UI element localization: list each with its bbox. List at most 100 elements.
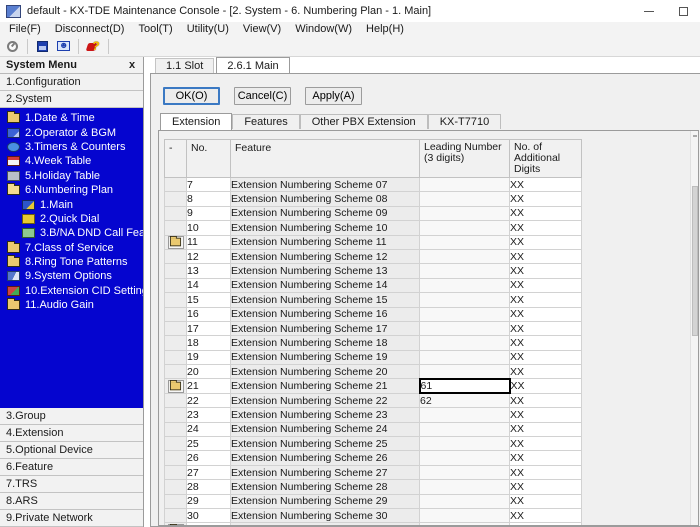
row-number-cell: 18 [187, 336, 231, 350]
sidebar-section-8-ars[interactable]: 8.ARS [0, 493, 143, 510]
toolbar-button-gauge[interactable] [3, 38, 22, 56]
additional-digits-cell: XX [510, 422, 582, 436]
leading-number-cell[interactable] [420, 451, 510, 465]
sidebar-section-2-system[interactable]: 2.System [0, 91, 143, 108]
sidebar-section-1-configuration[interactable]: 1.Configuration [0, 74, 143, 91]
help-icon [86, 39, 101, 54]
vertical-scrollbar[interactable] [690, 131, 698, 525]
leading-number-cell[interactable] [420, 508, 510, 522]
leading-number-cell[interactable]: 62 [420, 393, 510, 407]
toolbar-button-user[interactable] [54, 38, 73, 56]
maximize-button[interactable] [666, 0, 700, 22]
leading-number-cell[interactable] [420, 523, 510, 526]
sidebar-section-7-trs[interactable]: 7.TRS [0, 476, 143, 493]
leading-number-cell[interactable] [420, 494, 510, 508]
table-row: 22Extension Numbering Scheme 2262XX [165, 393, 582, 407]
feature-cell: Extension Numbering Scheme 17 [231, 321, 420, 335]
sidebar-section-4-extension[interactable]: 4.Extension [0, 425, 143, 442]
minimize-button[interactable] [632, 0, 666, 22]
row-marker-button[interactable] [168, 524, 184, 526]
close-icon[interactable]: x [125, 59, 139, 71]
row-marker-button[interactable] [168, 236, 184, 249]
feature-cell: Extension Numbering Scheme 21 [231, 379, 420, 393]
tree-item-label: 6.Numbering Plan [25, 184, 113, 196]
row-marker-button[interactable] [168, 380, 184, 393]
leading-number-cell[interactable] [420, 307, 510, 321]
leading-number-cell[interactable] [420, 206, 510, 220]
leading-number-cell[interactable] [420, 221, 510, 235]
tree-item-7-class-of-service[interactable]: 7.Class of Service [0, 241, 143, 255]
tab-other-pbx-extension[interactable]: Other PBX Extension [300, 114, 428, 129]
sidebar-section-3-group[interactable]: 3.Group [0, 408, 143, 425]
leading-number-cell[interactable] [420, 192, 510, 206]
leading-number-cell[interactable] [420, 336, 510, 350]
scrollbar-thumb[interactable] [692, 186, 698, 336]
row-number-cell: 16 [187, 307, 231, 321]
menu-window[interactable]: Window(W) [288, 22, 359, 37]
sidebar-section-9-private-network[interactable]: 9.Private Network [0, 510, 143, 527]
tree-item-1-main[interactable]: 1.Main [0, 197, 143, 211]
row-marker-cell [165, 451, 187, 465]
toolbar-button-help[interactable] [84, 38, 103, 56]
leading-number-cell[interactable] [420, 235, 510, 249]
sheet-icon [22, 228, 35, 238]
feature-cell: Extension Numbering Scheme 15 [231, 293, 420, 307]
tree-item-3-timers-counters[interactable]: 3.Timers & Counters [0, 140, 143, 154]
tab-extension[interactable]: Extension [160, 113, 232, 130]
leading-number-cell[interactable] [420, 321, 510, 335]
menu-tool[interactable]: Tool(T) [131, 22, 179, 37]
tree-item-1-date-time[interactable]: 1.Date & Time [0, 111, 143, 125]
tree-item-5-holiday-table[interactable]: 5.Holiday Table [0, 169, 143, 183]
additional-digits-cell: XX [510, 437, 582, 451]
toolbar-button-save[interactable] [33, 38, 52, 56]
mdi-tab-2-6-1-main[interactable]: 2.6.1 Main [216, 57, 289, 73]
leading-number-cell[interactable] [420, 408, 510, 422]
tree-item-10-extension-cid-settings[interactable]: 10.Extension CID Settings [0, 284, 143, 298]
row-number-cell: 28 [187, 480, 231, 494]
ok-button[interactable]: OK(O) [163, 87, 220, 105]
tab-features[interactable]: Features [232, 114, 299, 129]
leading-number-cell[interactable]: 61 [420, 379, 510, 393]
table-row: 25Extension Numbering Scheme 25XX [165, 437, 582, 451]
leading-number-cell[interactable] [420, 422, 510, 436]
folder-icon [7, 257, 20, 267]
row-marker-cell [165, 379, 187, 393]
tree-item-3-b-na-dnd-call-feature[interactable]: 3.B/NA DND Call Feature [0, 226, 143, 240]
window-title: default - KX-TDE Maintenance Console - [… [27, 5, 632, 17]
tree-item-2-quick-dial[interactable]: 2.Quick Dial [0, 212, 143, 226]
tree-item-11-audio-gain[interactable]: 11.Audio Gain [0, 298, 143, 312]
leading-number-cell[interactable] [420, 293, 510, 307]
tree-item-2-operator-bgm[interactable]: 2.Operator & BGM [0, 125, 143, 139]
tab-kx-t7710[interactable]: KX-T7710 [428, 114, 502, 129]
sidebar-section-5-optional-device[interactable]: 5.Optional Device [0, 442, 143, 459]
sidebar-section-6-feature[interactable]: 6.Feature [0, 459, 143, 476]
leading-number-cell[interactable] [420, 278, 510, 292]
additional-digits-cell: XX [510, 523, 582, 526]
scroll-up-icon[interactable] [693, 135, 697, 137]
row-number-cell: 10 [187, 221, 231, 235]
tree-item-8-ring-tone-patterns[interactable]: 8.Ring Tone Patterns [0, 255, 143, 269]
table-row: 28Extension Numbering Scheme 28XX [165, 480, 582, 494]
menu-view[interactable]: View(V) [236, 22, 288, 37]
leading-number-cell[interactable] [420, 365, 510, 379]
calendar-icon [7, 156, 20, 166]
leading-number-cell[interactable] [420, 264, 510, 278]
menu-utility[interactable]: Utility(U) [180, 22, 236, 37]
menu-disconnect[interactable]: Disconnect(D) [48, 22, 132, 37]
additional-digits-cell: XX [510, 408, 582, 422]
apply-button[interactable]: Apply(A) [305, 87, 362, 105]
menu-help[interactable]: Help(H) [359, 22, 411, 37]
leading-number-cell[interactable] [420, 350, 510, 364]
menu-file[interactable]: File(F) [2, 22, 48, 37]
tree-item-9-system-options[interactable]: 9.System Options [0, 269, 143, 283]
cancel-button[interactable]: Cancel(C) [234, 87, 291, 105]
leading-number-cell[interactable] [420, 178, 510, 192]
tree-item-4-week-table[interactable]: 4.Week Table [0, 154, 143, 168]
leading-number-cell[interactable] [420, 437, 510, 451]
feature-cell: Extension Numbering Scheme 28 [231, 480, 420, 494]
mdi-tab-1-1-slot[interactable]: 1.1 Slot [155, 58, 214, 73]
leading-number-cell[interactable] [420, 465, 510, 479]
leading-number-cell[interactable] [420, 249, 510, 263]
tree-item-6-numbering-plan[interactable]: 6.Numbering Plan [0, 183, 143, 197]
leading-number-cell[interactable] [420, 480, 510, 494]
